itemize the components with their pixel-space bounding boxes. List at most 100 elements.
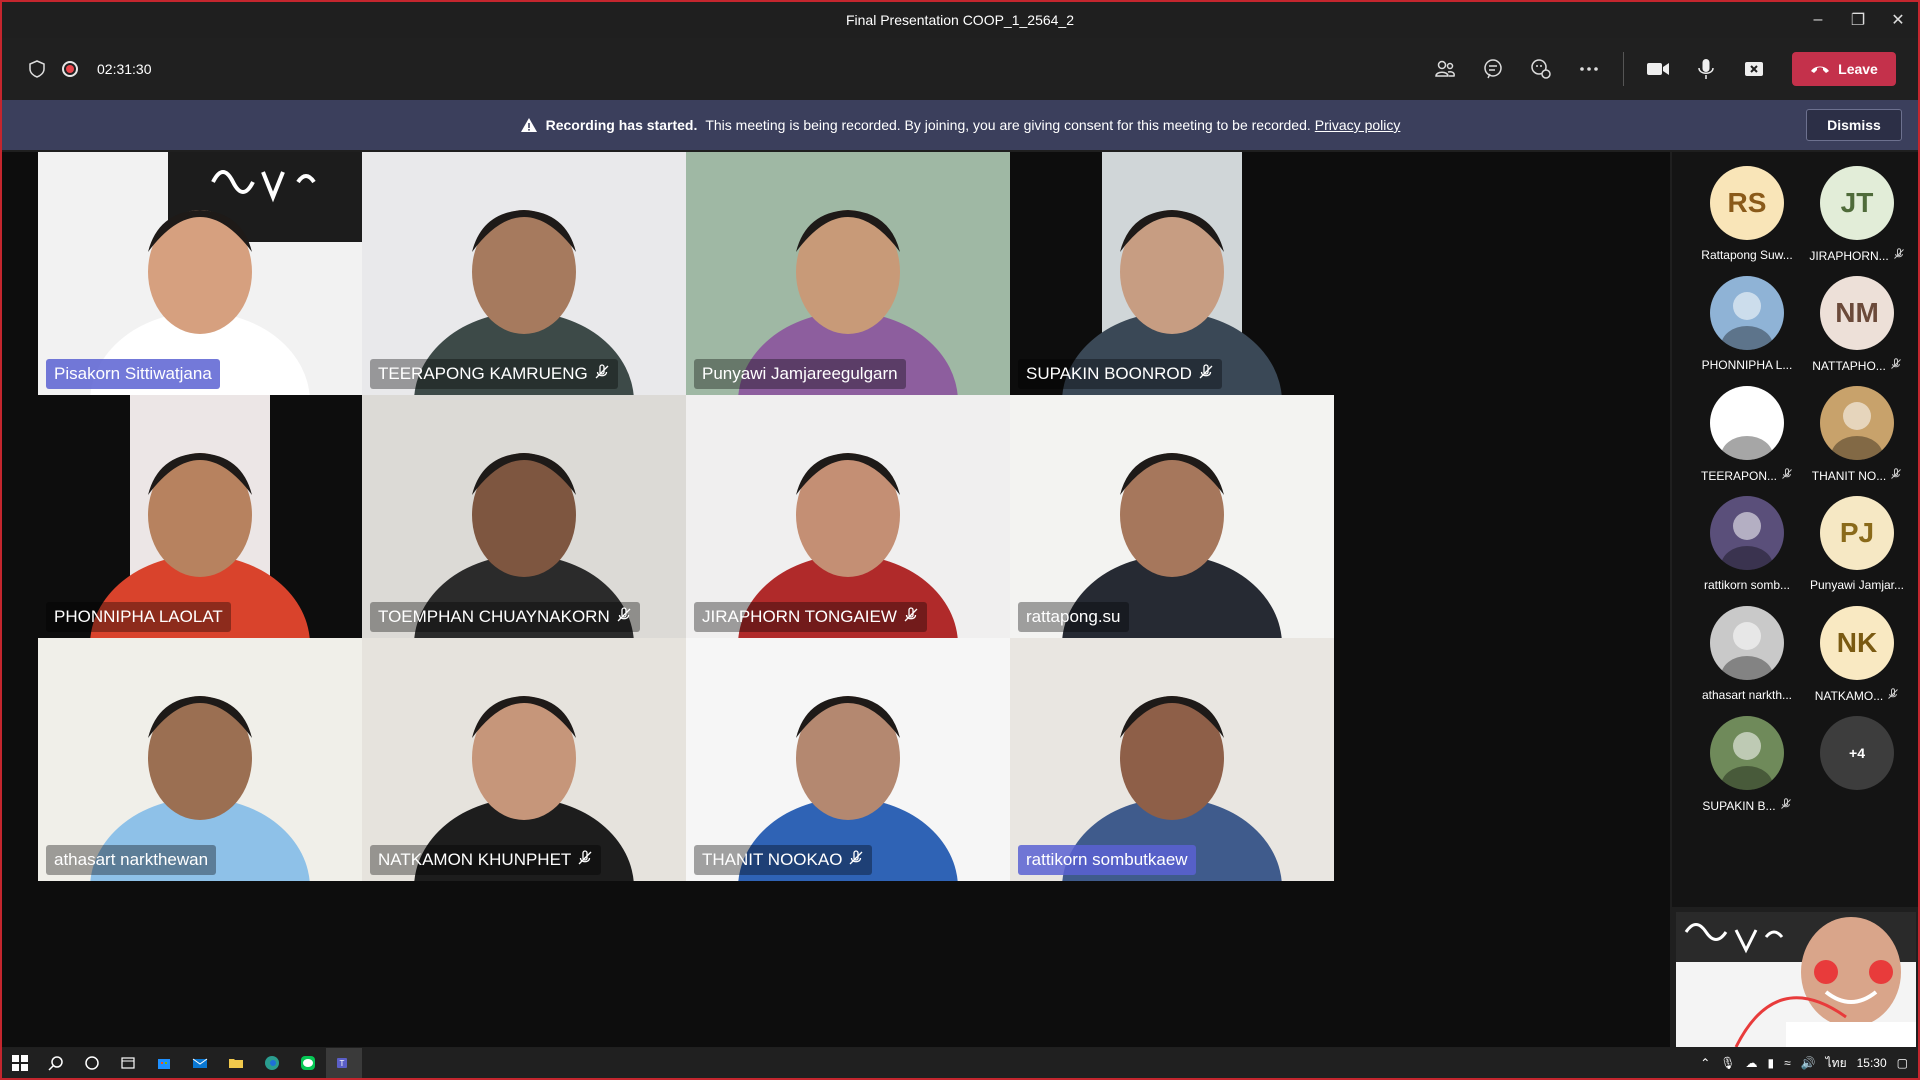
video-tile[interactable]: JIRAPHORN TONGAIEW bbox=[686, 395, 1010, 638]
svg-text:T: T bbox=[340, 1059, 345, 1068]
teams-icon[interactable]: T bbox=[326, 1048, 362, 1078]
participant-panel-name: NATKAMO... bbox=[1815, 688, 1899, 703]
participant-item[interactable]: PJ Punyawi Jamjar... bbox=[1802, 496, 1912, 604]
participant-name: NATKAMON KHUNPHET bbox=[378, 850, 572, 869]
language-indicator[interactable]: ไทย bbox=[1826, 1054, 1847, 1073]
participant-item[interactable]: PHONNIPHA L... bbox=[1692, 276, 1802, 384]
onedrive-icon[interactable]: ☁ bbox=[1745, 1056, 1757, 1070]
title-bar: Final Presentation COOP_1_2564_2 – ❐ ✕ bbox=[2, 2, 1918, 38]
video-tile[interactable]: TOEMPHAN CHUAYNAKORN bbox=[362, 395, 686, 638]
participant-name: rattapong.su bbox=[1026, 607, 1121, 626]
leave-button[interactable]: Leave bbox=[1792, 52, 1896, 86]
microphone-icon[interactable] bbox=[1682, 45, 1730, 93]
restore-icon[interactable]: ❐ bbox=[1838, 2, 1878, 38]
participant-item[interactable]: rattikorn somb... bbox=[1692, 496, 1802, 604]
dismiss-button[interactable]: Dismiss bbox=[1806, 109, 1902, 141]
participants-icon[interactable] bbox=[1421, 45, 1469, 93]
line-icon[interactable] bbox=[290, 1048, 326, 1078]
mic-off-icon bbox=[903, 606, 919, 628]
participant-name: SUPAKIN BOONROD bbox=[1026, 364, 1192, 383]
wifi-icon[interactable]: ≈ bbox=[1784, 1056, 1791, 1070]
participant-item[interactable]: RS Rattapong Suw... bbox=[1692, 166, 1802, 274]
mail-icon[interactable] bbox=[182, 1048, 218, 1078]
participant-item[interactable]: TEERAPON... bbox=[1692, 386, 1802, 494]
more-participants[interactable]: +4 bbox=[1802, 716, 1912, 824]
participant-name: PHONNIPHA LAOLAT bbox=[54, 607, 223, 626]
volume-icon[interactable]: 🔊 bbox=[1801, 1056, 1816, 1070]
participant-name-label: NATKAMON KHUNPHET bbox=[370, 845, 602, 875]
self-view-video[interactable] bbox=[1676, 912, 1916, 1047]
banner-title: Recording has started. bbox=[545, 117, 698, 133]
participant-item[interactable]: NM NATTAPHO... bbox=[1802, 276, 1912, 384]
mic-off-icon bbox=[1780, 798, 1792, 813]
participant-panel-name-text: SUPAKIN B... bbox=[1702, 798, 1776, 813]
window-title: Final Presentation COOP_1_2564_2 bbox=[845, 12, 1075, 28]
recording-banner: Recording has started. This meeting is b… bbox=[2, 100, 1918, 150]
participant-panel-name-text: JIRAPHORN... bbox=[1809, 248, 1889, 263]
battery-icon[interactable]: ▮ bbox=[1767, 1056, 1774, 1070]
task-view-icon[interactable] bbox=[110, 1048, 146, 1078]
participant-name-label: TEERAPONG KAMRUENG bbox=[370, 359, 618, 389]
avatar: PJ bbox=[1820, 496, 1894, 570]
reactions-icon[interactable] bbox=[1517, 45, 1565, 93]
video-tile[interactable]: PHONNIPHA LAOLAT bbox=[38, 395, 362, 638]
participant-panel-name-text: PHONNIPHA L... bbox=[1701, 358, 1793, 372]
recording-indicator-icon bbox=[62, 61, 78, 77]
video-tile[interactable]: TEERAPONG KAMRUENG bbox=[362, 152, 686, 395]
file-explorer-icon[interactable] bbox=[218, 1048, 254, 1078]
video-tile[interactable]: SUPAKIN BOONROD bbox=[1010, 152, 1334, 395]
edge-icon[interactable] bbox=[254, 1048, 290, 1078]
participant-name-label: THANIT NOOKAO bbox=[694, 845, 873, 875]
participant-name: athasart narkthewan bbox=[54, 850, 209, 869]
leave-label: Leave bbox=[1838, 61, 1878, 77]
avatar bbox=[1710, 386, 1784, 460]
participant-panel-name-text: Rattapong Suw... bbox=[1701, 248, 1793, 262]
microphone-tray-icon[interactable]: 🎙 bbox=[1720, 1056, 1735, 1070]
video-tile[interactable]: athasart narkthewan bbox=[38, 638, 362, 881]
video-tile[interactable]: rattapong.su bbox=[1010, 395, 1334, 638]
avatar: NM bbox=[1820, 276, 1894, 350]
notification-icon[interactable]: ▢ bbox=[1897, 1056, 1908, 1070]
participant-name-label: TOEMPHAN CHUAYNAKORN bbox=[370, 602, 640, 632]
participant-name: Pisakorn Sittiwatjana bbox=[54, 364, 212, 383]
video-tile[interactable]: Pisakorn Sittiwatjana bbox=[38, 152, 362, 395]
clock[interactable]: 15:30 bbox=[1857, 1056, 1887, 1070]
chat-icon[interactable] bbox=[1469, 45, 1517, 93]
avatar: JT bbox=[1820, 166, 1894, 240]
mic-off-icon bbox=[1198, 363, 1214, 385]
chevron-up-icon[interactable]: ⌃ bbox=[1700, 1056, 1710, 1070]
participant-name: THANIT NOOKAO bbox=[702, 850, 843, 869]
participant-item[interactable]: THANIT NO... bbox=[1802, 386, 1912, 494]
participant-name-label: rattikorn sombutkaew bbox=[1018, 845, 1196, 875]
participant-item[interactable]: athasart narkth... bbox=[1692, 606, 1802, 714]
search-icon[interactable] bbox=[38, 1048, 74, 1078]
shield-icon bbox=[29, 60, 45, 78]
share-screen-icon[interactable] bbox=[1730, 45, 1778, 93]
participant-item[interactable]: JT JIRAPHORN... bbox=[1802, 166, 1912, 274]
participant-panel-name-text: THANIT NO... bbox=[1811, 468, 1887, 483]
privacy-policy-link[interactable]: Privacy policy bbox=[1315, 117, 1401, 133]
participant-name: rattikorn sombutkaew bbox=[1026, 850, 1188, 869]
participant-panel-name: THANIT NO... bbox=[1812, 468, 1902, 483]
participant-name-label: Pisakorn Sittiwatjana bbox=[46, 359, 220, 389]
participant-panel-name: TEERAPON... bbox=[1701, 468, 1793, 483]
avatar: RS bbox=[1710, 166, 1784, 240]
camera-icon[interactable] bbox=[1634, 45, 1682, 93]
video-tile[interactable]: THANIT NOOKAO bbox=[686, 638, 1010, 881]
participant-name-label: Punyawi Jamjareegulgarn bbox=[694, 359, 906, 389]
participant-item[interactable]: SUPAKIN B... bbox=[1692, 716, 1802, 824]
close-icon[interactable]: ✕ bbox=[1878, 2, 1918, 38]
participant-name-label: rattapong.su bbox=[1018, 602, 1129, 632]
participant-panel-name: NATTAPHO... bbox=[1812, 358, 1902, 373]
windows-start-icon[interactable] bbox=[2, 1048, 38, 1078]
more-icon[interactable] bbox=[1565, 45, 1613, 93]
mic-off-icon bbox=[1893, 248, 1905, 263]
participant-item[interactable]: NK NATKAMO... bbox=[1802, 606, 1912, 714]
store-icon[interactable] bbox=[146, 1048, 182, 1078]
minimize-icon[interactable]: – bbox=[1798, 2, 1838, 38]
video-tile[interactable]: Punyawi Jamjareegulgarn bbox=[686, 152, 1010, 395]
video-tile[interactable]: rattikorn sombutkaew bbox=[1010, 638, 1334, 881]
cortana-icon[interactable] bbox=[74, 1048, 110, 1078]
video-tile[interactable]: NATKAMON KHUNPHET bbox=[362, 638, 686, 881]
participant-panel-name-text: NATTAPHO... bbox=[1812, 358, 1886, 373]
